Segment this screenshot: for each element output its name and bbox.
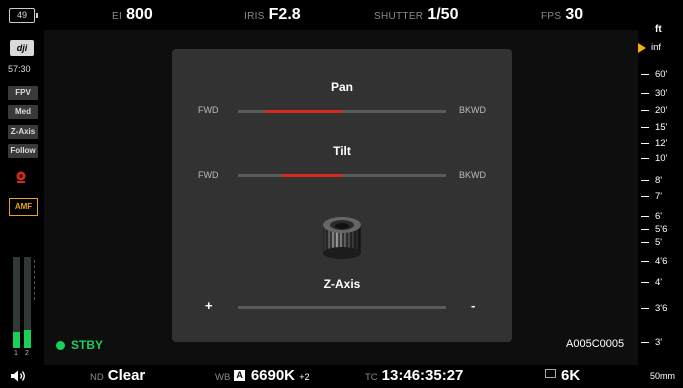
- fps-value: 30: [565, 6, 584, 23]
- focus-tick: 4'6: [641, 256, 667, 267]
- focus-unit: ft: [655, 24, 662, 35]
- focus-tick: 3'6: [641, 303, 667, 314]
- gimbal-status-icon[interactable]: [14, 170, 28, 184]
- zaxis-minus-label: -: [471, 298, 476, 313]
- focus-tick: 6': [641, 211, 662, 222]
- tilt-left-label: FWD: [198, 170, 219, 180]
- ei-setting[interactable]: EI 800: [112, 6, 153, 24]
- focus-tick: 7': [641, 191, 662, 202]
- audio-channel-1-label: 1: [14, 350, 18, 357]
- zaxis-plus-label: +: [205, 298, 213, 313]
- focus-tick: 3': [641, 337, 662, 348]
- resolution-value: 6K: [561, 367, 581, 384]
- timecode[interactable]: TC 13:46:35:27: [365, 367, 463, 384]
- pan-right-label: BKWD: [459, 105, 486, 115]
- mode-button-fpv[interactable]: FPV: [8, 86, 38, 100]
- audio-meter-scale: [34, 260, 37, 300]
- dji-logo: dji: [10, 40, 34, 56]
- focus-tick-inf: inf: [651, 42, 662, 53]
- nd-label: ND: [90, 372, 104, 383]
- remaining-time: 57:30: [8, 64, 31, 74]
- shutter-label: SHUTTER: [374, 11, 424, 22]
- nd-setting[interactable]: ND Clear: [90, 367, 145, 384]
- zaxis-dial-icon[interactable]: [317, 209, 367, 261]
- wb-mode-badge: A: [234, 370, 245, 381]
- pan-title: Pan: [330, 80, 353, 94]
- tc-value: 13:46:35:27: [381, 367, 464, 384]
- focus-marker-icon: [638, 43, 646, 53]
- fps-setting[interactable]: FPS 30: [541, 6, 583, 24]
- nd-value: Clear: [107, 367, 146, 384]
- gimbal-control-panel: Pan FWD BKWD Tilt FWD BKWD Z-Axis + -: [172, 49, 512, 342]
- iris-label: IRIS: [244, 11, 265, 22]
- pan-left-label: FWD: [198, 105, 219, 115]
- focus-tick: 8': [641, 175, 662, 186]
- focus-tick: 60': [641, 69, 667, 80]
- ei-value: 800: [126, 6, 153, 23]
- zaxis-button[interactable]: Z-Axis: [8, 125, 38, 139]
- audio-meter-2: [24, 257, 31, 348]
- focus-tick: 20': [641, 105, 667, 116]
- tilt-slider-fill: [281, 174, 342, 177]
- wb-tint: +2: [299, 372, 310, 382]
- shutter-setting[interactable]: SHUTTER 1/50: [374, 6, 458, 24]
- sd-card-icon: [545, 369, 556, 378]
- clip-name: A005C0005: [566, 338, 625, 350]
- wb-label: WB: [215, 372, 231, 383]
- lens-focal-length: 50mm: [650, 371, 676, 381]
- audio-meter-1: [13, 257, 20, 348]
- iris-value: F2.8: [268, 6, 301, 23]
- pan-slider[interactable]: [238, 110, 446, 113]
- record-status: STBY: [56, 338, 103, 352]
- tilt-title: Tilt: [333, 144, 351, 158]
- amf-button[interactable]: AMF: [9, 198, 38, 216]
- wb-setting[interactable]: WB A 6690K +2: [215, 367, 309, 384]
- battery-indicator: 49: [9, 8, 38, 23]
- focus-tick: 5': [641, 237, 662, 248]
- follow-button[interactable]: Follow: [8, 144, 38, 158]
- speed-button-med[interactable]: Med: [8, 105, 38, 119]
- status-dot-icon: [56, 341, 65, 350]
- resolution-setting[interactable]: 6K: [545, 367, 580, 384]
- tilt-right-label: BKWD: [459, 170, 486, 180]
- focus-tick: 30': [641, 88, 667, 99]
- zaxis-title: Z-Axis: [323, 277, 361, 291]
- ei-label: EI: [112, 11, 123, 22]
- fps-label: FPS: [541, 11, 562, 22]
- speaker-icon[interactable]: [10, 369, 26, 383]
- focus-tick: 4': [641, 277, 662, 288]
- focus-tick: 5'6: [641, 224, 667, 235]
- wb-value: 6690K: [250, 367, 296, 384]
- shutter-value: 1/50: [427, 6, 459, 23]
- iris-setting[interactable]: IRIS F2.8: [244, 6, 301, 24]
- audio-channel-2-label: 2: [25, 350, 29, 357]
- focus-tick: 12': [641, 138, 667, 149]
- pan-slider-fill: [265, 110, 342, 113]
- tc-label: TC: [365, 372, 378, 383]
- tilt-slider[interactable]: [238, 174, 446, 177]
- focus-tick: 15': [641, 122, 667, 133]
- zaxis-slider[interactable]: [238, 306, 446, 309]
- focus-tick: 10': [641, 153, 667, 164]
